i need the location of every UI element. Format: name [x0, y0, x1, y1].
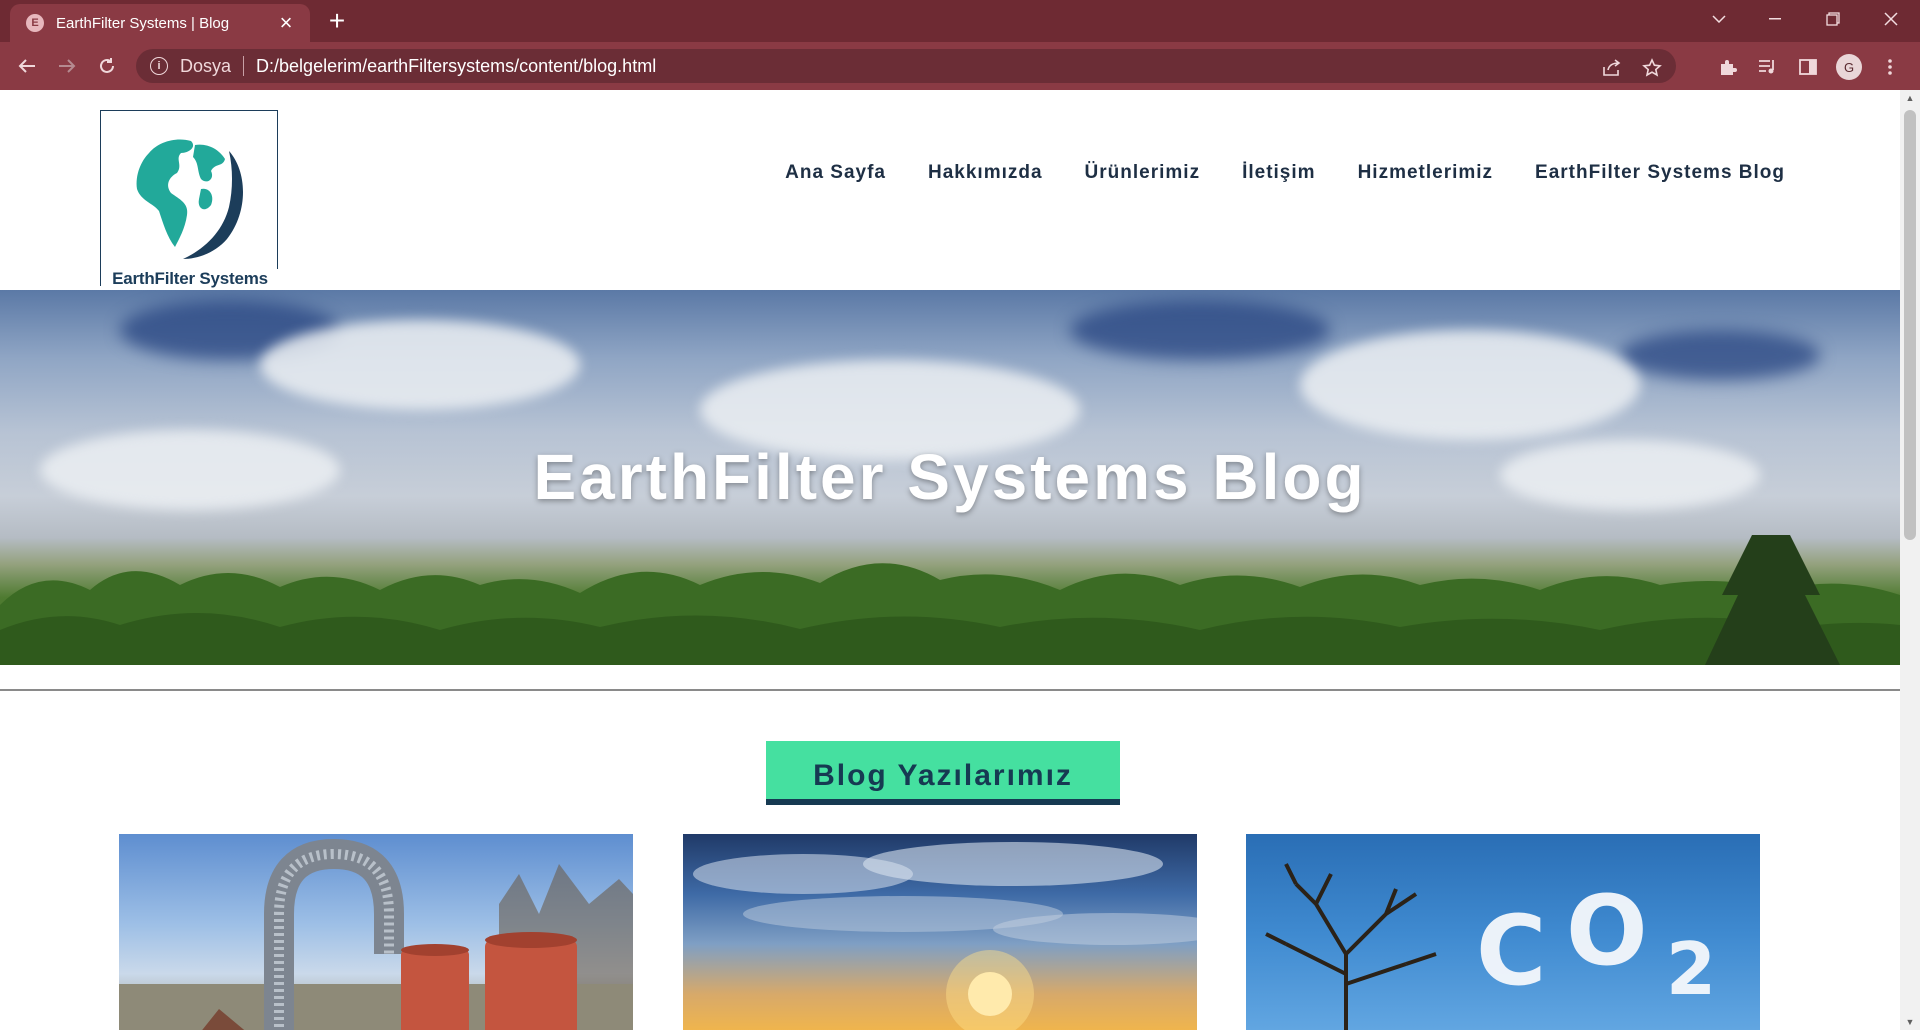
nav-link-iletisim[interactable]: İletişim	[1242, 162, 1315, 184]
globe-logo-icon	[125, 131, 249, 259]
scroll-down-arrow-icon[interactable]: ▼	[1900, 1014, 1920, 1030]
close-tab-icon[interactable]: ×	[276, 12, 296, 34]
chimney-pipe-photo	[119, 838, 633, 1030]
site-logo[interactable]: EarthFilter Systems	[100, 110, 279, 289]
bookmark-star-icon[interactable]	[1640, 56, 1664, 80]
scrollbar-thumb[interactable]	[1904, 110, 1916, 540]
nav-link-hakkimizda[interactable]: Hakkımızda	[928, 162, 1043, 184]
sunset-sky-photo	[693, 842, 1197, 1030]
section-divider	[0, 689, 1900, 691]
browser-tab-active[interactable]: E EarthFilter Systems | Blog ×	[10, 4, 310, 42]
profile-avatar[interactable]: G	[1836, 54, 1862, 80]
scheme-label: Dosya	[180, 55, 232, 76]
main-navigation: Ana Sayfa Hakkımızda Ürünlerimiz İletişi…	[785, 162, 1785, 184]
scroll-up-arrow-icon[interactable]: ▲	[1900, 90, 1920, 106]
hero-treeline	[0, 535, 1900, 665]
browser-tab-strip: E EarthFilter Systems | Blog × +	[0, 0, 1920, 42]
reload-icon[interactable]	[92, 51, 122, 81]
site-favicon-icon: E	[26, 14, 44, 32]
hero-sky-cloud	[1070, 300, 1330, 360]
site-header: EarthFilter Systems Ana Sayfa Hakkımızda…	[0, 90, 1900, 290]
blog-card-image-1[interactable]	[119, 834, 633, 1030]
back-arrow-icon[interactable]	[12, 51, 42, 81]
blog-section-title: Blog Yazılarımız	[766, 741, 1120, 805]
minimize-window-icon[interactable]	[1752, 0, 1798, 38]
url-text[interactable]: D:/belgelerim/earthFiltersystems/content…	[256, 56, 656, 77]
tab-title: EarthFilter Systems | Blog	[56, 14, 230, 32]
nav-link-blog[interactable]: EarthFilter Systems Blog	[1535, 162, 1785, 184]
svg-text:2: 2	[1666, 927, 1716, 1011]
nav-link-hizmetlerimiz[interactable]: Hizmetlerimiz	[1358, 162, 1493, 184]
address-separator	[243, 56, 245, 76]
nav-link-urunlerimiz[interactable]: Ürünlerimiz	[1085, 162, 1201, 184]
blog-section-title-text: Blog Yazılarımız	[813, 759, 1073, 792]
blog-card-image-3[interactable]: C O 2	[1246, 834, 1760, 1030]
address-bar[interactable]: i Dosya D:/belgelerim/earthFiltersystems…	[136, 49, 1676, 83]
close-window-icon[interactable]	[1868, 0, 1914, 38]
page-scrollbar[interactable]: ▲ ▼	[1900, 90, 1920, 1030]
hero-sky-cloud	[1620, 330, 1820, 380]
media-playlist-icon[interactable]	[1756, 55, 1780, 79]
forward-arrow-icon[interactable]	[52, 51, 82, 81]
side-panel-icon[interactable]	[1796, 55, 1820, 79]
logo-text: EarthFilter Systems	[101, 269, 279, 289]
hero-banner: EarthFilter Systems Blog	[0, 290, 1900, 665]
more-menu-icon[interactable]	[1878, 55, 1902, 79]
svg-text:O: O	[1566, 875, 1648, 987]
hero-sky-cloud	[1300, 330, 1640, 440]
site-info-icon[interactable]: i	[150, 57, 168, 75]
tab-search-icon[interactable]	[1696, 0, 1742, 38]
restore-window-icon[interactable]	[1810, 0, 1856, 38]
browser-toolbar: i Dosya D:/belgelerim/earthFiltersystems…	[0, 42, 1920, 90]
new-tab-button[interactable]: +	[322, 6, 352, 36]
svg-text:C: C	[1476, 895, 1546, 1007]
co2-cloud-photo: C O 2	[1265, 863, 1716, 1030]
share-icon[interactable]	[1600, 56, 1624, 80]
hero-sky-cloud	[260, 320, 580, 410]
hero-title: EarthFilter Systems Blog	[533, 441, 1367, 513]
blog-card-image-2[interactable]	[683, 834, 1197, 1030]
nav-link-ana-sayfa[interactable]: Ana Sayfa	[785, 162, 886, 184]
extensions-puzzle-icon[interactable]	[1716, 55, 1740, 79]
page-viewport: EarthFilter Systems Ana Sayfa Hakkımızda…	[0, 90, 1900, 1030]
